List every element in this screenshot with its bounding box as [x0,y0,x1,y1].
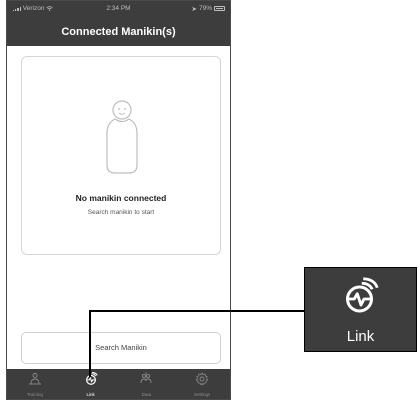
tab-data-label: Data [141,392,152,397]
tab-settings[interactable]: Settings [174,369,230,399]
empty-state-subtitle: Search manikin to start [87,209,155,216]
battery-indicator: ➤ 79% [192,5,225,13]
link-tab-callout: Link [304,267,417,352]
data-icon [140,372,152,384]
battery-percent: 79% [198,5,212,12]
manikin-icon [106,100,138,174]
annotated-screenshot: Verizon 2:34 PM ➤ 79% Connected Manikin(… [0,0,418,400]
page-title: Connected Manikin(s) [7,19,230,46]
manikin-status-card: No manikin connected Search manikin to s… [21,56,221,255]
status-bar: Verizon 2:34 PM ➤ 79% [7,1,230,19]
link-icon [346,277,379,313]
tab-training[interactable]: Training [7,369,63,399]
tab-link-label: Link [86,392,95,397]
training-icon [28,373,41,385]
tab-training-label: Training [26,392,43,397]
callout-connector-vertical [89,311,91,377]
phone-screen: Verizon 2:34 PM ➤ 79% Connected Manikin(… [6,0,231,400]
callout-label: Link [346,328,375,345]
location-icon: ➤ [191,5,197,13]
search-manikin-button[interactable]: Search Manikin [21,332,221,364]
battery-icon [214,6,225,11]
tab-data[interactable]: Data [119,369,175,399]
gear-icon [195,372,209,386]
callout-connector-horizontal [89,310,305,312]
tab-settings-label: Settings [193,392,211,397]
empty-state-title: No manikin connected [75,193,167,203]
tab-bar: Training Link Data Settings [7,369,230,399]
